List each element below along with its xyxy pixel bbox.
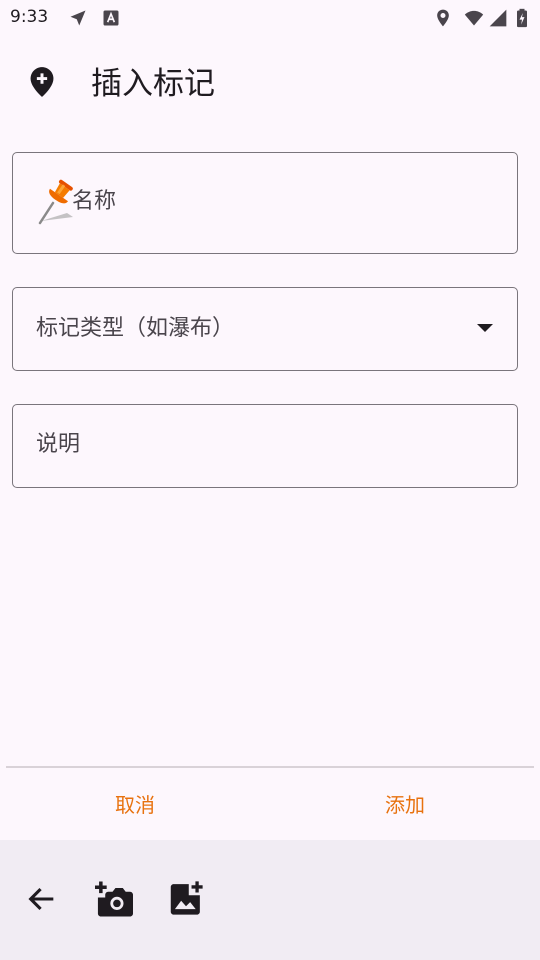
bottom-toolbar — [0, 840, 540, 960]
back-arrow-icon[interactable] — [25, 882, 59, 916]
navigation-icon — [70, 10, 86, 26]
cancel-button[interactable]: 取消 — [70, 782, 200, 828]
status-bar: 9:33 — [0, 0, 540, 36]
dialog-header: 插入标记 — [0, 58, 540, 112]
add-photo-icon[interactable] — [168, 880, 204, 916]
add-button[interactable]: 添加 — [340, 782, 470, 828]
marker-type-dropdown[interactable]: 标记类型（如瀑布） — [12, 287, 518, 371]
description-field[interactable]: 说明 — [12, 404, 518, 488]
add-location-icon — [30, 67, 54, 97]
pushpin-icon — [38, 179, 73, 225]
name-placeholder: 名称 — [72, 189, 117, 214]
add-camera-icon[interactable] — [95, 880, 133, 918]
text-a-icon — [103, 10, 119, 26]
dropdown-arrow-icon[interactable] — [477, 324, 493, 332]
status-time: 9:33 — [10, 7, 49, 27]
divider — [6, 766, 534, 768]
wifi-icon — [464, 10, 484, 26]
marker-type-placeholder: 标记类型（如瀑布） — [36, 316, 235, 341]
location-icon — [437, 9, 449, 27]
battery-icon — [517, 8, 527, 28]
name-field[interactable]: 名称 — [12, 152, 518, 254]
signal-icon — [489, 9, 507, 27]
description-placeholder: 说明 — [36, 432, 81, 457]
dialog-title: 插入标记 — [91, 66, 215, 102]
